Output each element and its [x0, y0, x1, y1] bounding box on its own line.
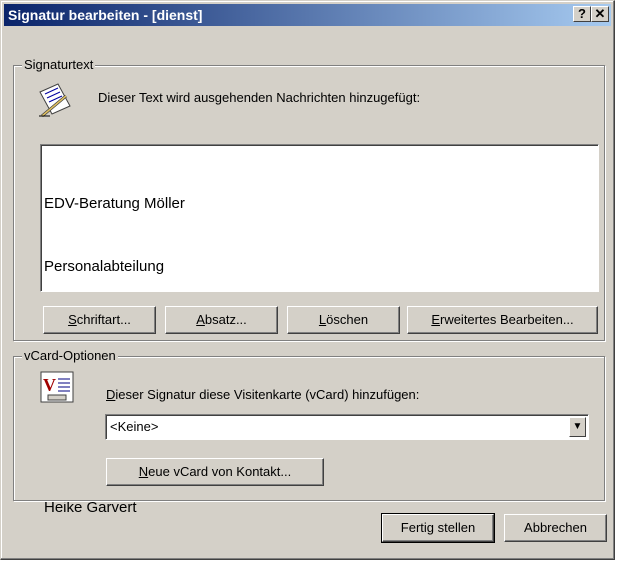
vcard-icon: V: [40, 371, 74, 403]
vcard-checkbox-text: ieser Signatur diese Visitenkarte (vCard…: [115, 387, 420, 402]
dropdown-arrow-icon[interactable]: ▼: [569, 417, 586, 437]
vcard-checkbox-label[interactable]: Dieser Signatur diese Visitenkarte (vCar…: [106, 387, 419, 402]
new-vcard-hotkey: N: [138, 464, 149, 479]
title-bar[interactable]: Signatur bearbeiten - [dienst] ? ✕: [4, 4, 611, 26]
vcard-group: vCard-Optionen V Dieser Signatur diese V…: [13, 348, 605, 501]
advanced-edit-button[interactable]: Erweitertes Bearbeiten...: [407, 306, 598, 334]
signature-edit-icon: [36, 82, 74, 118]
new-vcard-button[interactable]: Neue vCard von Kontakt...: [106, 458, 324, 486]
advanced-edit-label: rweitertes Bearbeiten...: [439, 312, 574, 327]
signature-text-area[interactable]: EDV-Beratung Möller Personalabteilung He…: [40, 144, 599, 516]
paragraph-button-label: bsatz...: [204, 312, 247, 327]
cancel-button[interactable]: Abbrechen: [504, 514, 607, 542]
font-button-label: chriftart...: [76, 312, 131, 327]
advanced-edit-hotkey: E: [431, 312, 440, 327]
close-button[interactable]: ✕: [591, 6, 609, 22]
paragraph-button-hotkey: A: [196, 312, 205, 327]
paragraph-button[interactable]: Absatz...: [165, 306, 278, 334]
signature-line: Personalabteilung: [44, 258, 165, 275]
window-title: Signatur bearbeiten - [dienst]: [8, 7, 203, 23]
new-vcard-label: eue vCard von Kontakt...: [148, 464, 292, 479]
font-button-hotkey: S: [68, 312, 77, 327]
signature-instruction: Dieser Text wird ausgehenden Nachrichten…: [98, 90, 421, 105]
signature-line: EDV-Beratung Möller: [44, 195, 185, 212]
vcard-group-legend: vCard-Optionen: [22, 348, 118, 363]
finish-button[interactable]: Fertig stellen: [381, 513, 495, 543]
vcard-select[interactable]: <Keine> ▼: [105, 414, 589, 440]
signature-group: Signaturtext Dieser Text wird ausgehende…: [13, 57, 605, 516]
dialog-window: Signatur bearbeiten - [dienst] ? ✕ Signa…: [0, 0, 615, 560]
signature-group-legend: Signaturtext: [22, 57, 96, 72]
help-button[interactable]: ?: [573, 6, 591, 22]
svg-text:V: V: [43, 375, 56, 395]
delete-button-label: öschen: [326, 312, 369, 327]
font-button[interactable]: Schriftart...: [43, 306, 156, 334]
delete-button[interactable]: Löschen: [287, 306, 400, 334]
vcard-checkbox-hotkey: D: [106, 387, 116, 402]
vcard-select-value: <Keine>: [110, 419, 159, 434]
